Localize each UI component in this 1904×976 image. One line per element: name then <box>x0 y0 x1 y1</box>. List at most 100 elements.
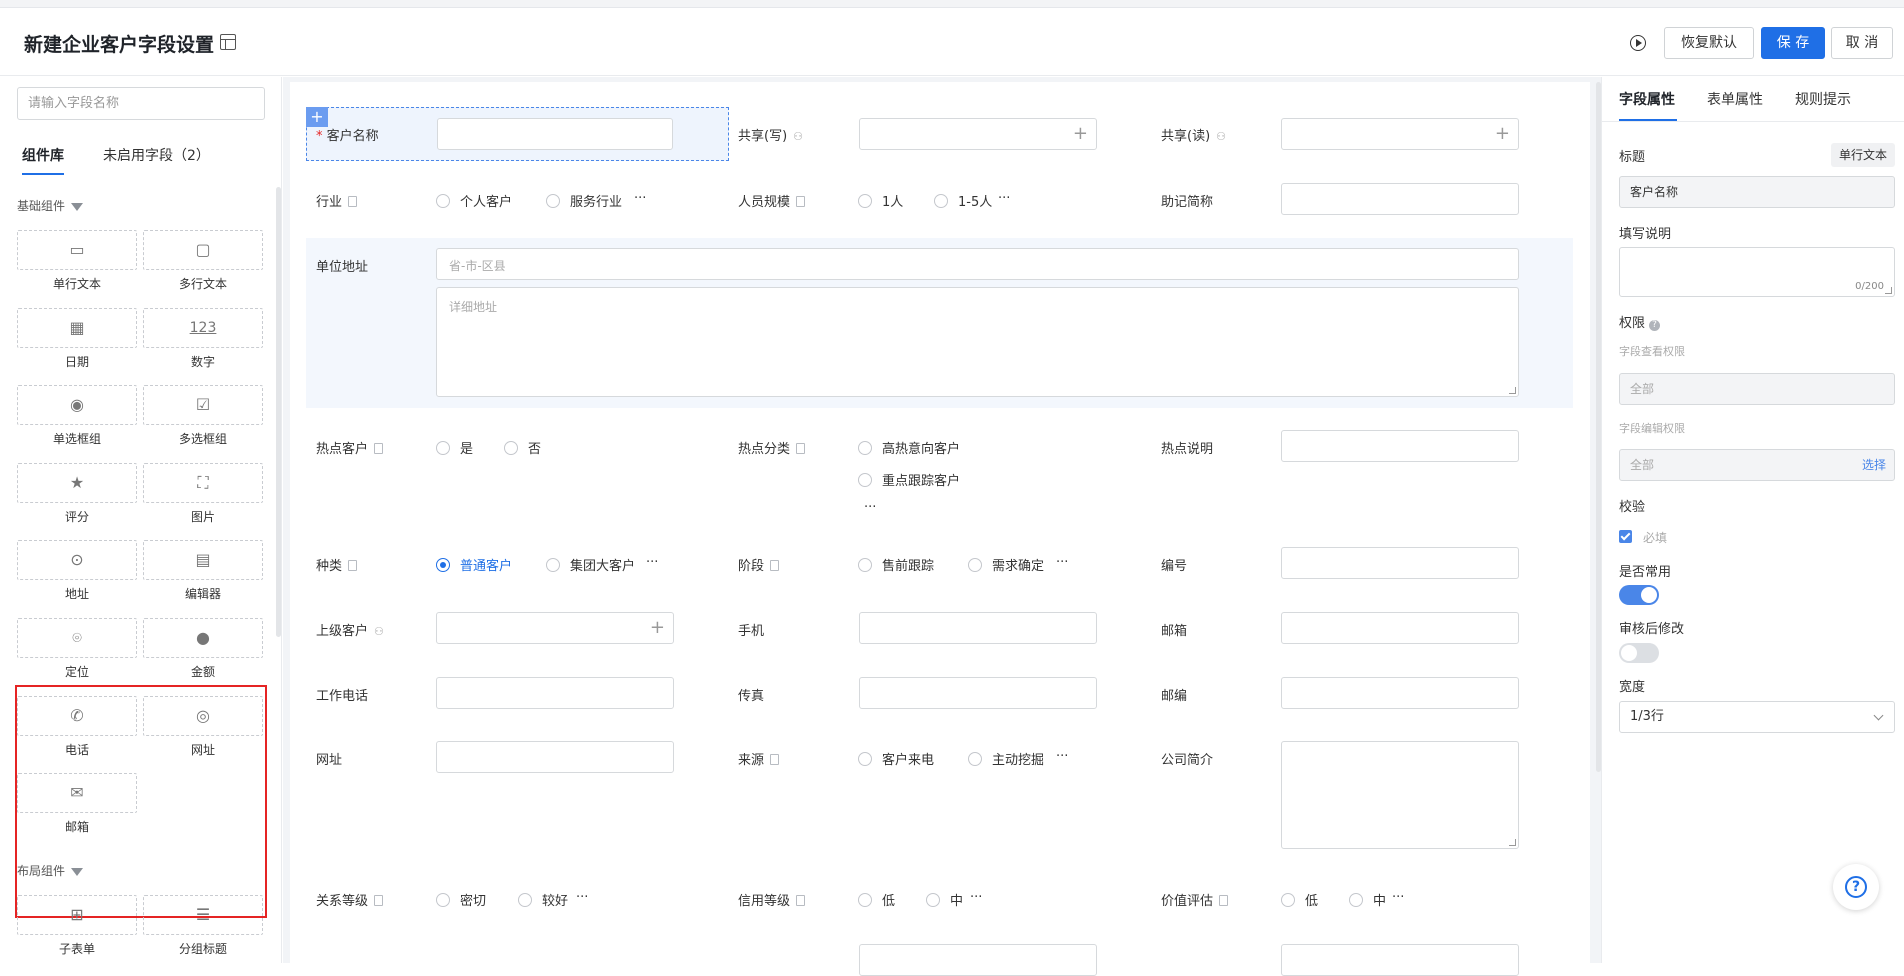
component-amount[interactable]: ● <box>143 618 263 658</box>
tab-component-library[interactable]: 组件库 <box>22 145 64 165</box>
next-row-input[interactable] <box>1281 944 1519 976</box>
radio-stage-requirement[interactable]: 需求确定 <box>968 555 1044 574</box>
title-input[interactable]: 客户名称 <box>1619 176 1895 208</box>
more-options[interactable]: ··· <box>576 890 588 905</box>
resize-grip-icon[interactable] <box>1885 287 1892 294</box>
next-row-input[interactable] <box>859 944 1097 976</box>
serial-input[interactable] <box>1281 547 1519 579</box>
component-label: 日期 <box>64 355 89 369</box>
radio-value-low[interactable]: 低 <box>1281 890 1318 909</box>
mnemonic-input[interactable] <box>1281 183 1519 215</box>
edit-permission-input[interactable]: 全部 选择 <box>1619 449 1895 481</box>
component-image[interactable]: ⛶ <box>143 463 263 503</box>
more-options[interactable]: ··· <box>1392 890 1404 905</box>
add-icon[interactable]: + <box>306 107 328 127</box>
more-options[interactable]: ··· <box>998 191 1010 206</box>
component-date[interactable]: ▦ <box>17 308 137 348</box>
save-button[interactable]: 保 存 <box>1761 27 1825 59</box>
component-checkbox-group[interactable]: ☑ <box>143 385 263 425</box>
component-number[interactable]: 123 <box>143 308 263 348</box>
parent-customer-input[interactable]: + <box>436 612 674 644</box>
width-select[interactable]: 1/3行 <box>1619 701 1895 733</box>
radio-kind-normal[interactable]: 普通客户 <box>436 555 512 574</box>
radio-credit-low[interactable]: 低 <box>858 890 895 909</box>
more-options[interactable]: ··· <box>646 555 658 570</box>
tab-disabled-fields[interactable]: 未启用字段（2） <box>103 145 210 165</box>
permission-text: 权限 <box>1619 316 1646 331</box>
radio-relation-close[interactable]: 密切 <box>436 890 486 909</box>
component-email[interactable]: ✉ <box>17 773 137 813</box>
section-layout[interactable]: 布局组件 <box>17 862 84 879</box>
email-input[interactable] <box>1281 612 1519 644</box>
more-options[interactable]: ··· <box>864 500 876 515</box>
hot-desc-input[interactable] <box>1281 430 1519 462</box>
preview-play-icon[interactable] <box>1630 35 1646 51</box>
component-label: 子表单 <box>58 942 95 956</box>
radio-relation-good[interactable]: 较好 <box>518 890 568 909</box>
postcode-input[interactable] <box>1281 677 1519 709</box>
help-question-icon[interactable]: ? <box>1649 320 1661 331</box>
layout-icon[interactable] <box>220 34 236 50</box>
tab-field-properties[interactable]: 字段属性 <box>1619 89 1675 109</box>
view-permission-input[interactable]: 全部 <box>1619 373 1895 405</box>
intro-textarea[interactable] <box>1281 741 1519 849</box>
fax-input[interactable] <box>859 677 1097 709</box>
radio-value-mid[interactable]: 中 <box>1349 890 1386 909</box>
radio-industry-service[interactable]: 服务行业 <box>546 191 622 210</box>
tab-rule-hints[interactable]: 规则提示 <box>1795 89 1851 109</box>
plus-icon[interactable]: + <box>650 618 665 638</box>
radio-industry-personal[interactable]: 个人客户 <box>436 191 512 210</box>
help-button[interactable]: ? <box>1833 864 1879 910</box>
cancel-button[interactable]: 取 消 <box>1831 27 1893 59</box>
radio-hot-cat-high[interactable]: 高热意向客户 <box>858 438 960 457</box>
radio-staff-1[interactable]: 1人 <box>858 191 903 210</box>
more-options[interactable]: ··· <box>1056 555 1068 570</box>
resize-grip-icon[interactable] <box>1509 387 1516 394</box>
component-location[interactable]: ⌾ <box>17 618 137 658</box>
component-website[interactable]: ◎ <box>143 696 263 736</box>
mobile-input[interactable] <box>859 612 1097 644</box>
radio-hot-yes[interactable]: 是 <box>436 438 473 457</box>
component-radio-group[interactable]: ◉ <box>17 385 137 425</box>
common-toggle[interactable] <box>1619 585 1659 605</box>
resize-grip-icon[interactable] <box>1509 839 1516 846</box>
radio-hot-cat-key[interactable]: 重点跟踪客户 <box>858 470 960 489</box>
component-group-title[interactable]: ☰ <box>143 895 263 935</box>
plus-icon[interactable]: + <box>1073 124 1088 144</box>
radio-kind-group[interactable]: 集团大客户 <box>546 555 635 574</box>
more-options[interactable]: ··· <box>970 890 982 905</box>
component-phone[interactable]: ✆ <box>17 696 137 736</box>
customer-name-input[interactable] <box>437 118 673 150</box>
radio-credit-mid[interactable]: 中 <box>926 890 963 909</box>
field-search-input[interactable]: 请输入字段名称 <box>17 87 265 120</box>
radio-staff-1-5[interactable]: 1-5人 <box>934 191 992 210</box>
restore-default-button[interactable]: 恢复默认 <box>1664 27 1754 59</box>
select-link[interactable]: 选择 <box>1862 450 1886 480</box>
component-address[interactable]: ⊙ <box>17 540 137 580</box>
more-options[interactable]: ··· <box>1056 749 1068 764</box>
view-permission-label: 字段查看权限 <box>1619 345 1685 358</box>
left-scrollbar[interactable] <box>276 187 281 637</box>
work-phone-input[interactable] <box>436 677 674 709</box>
component-editor[interactable]: ▤ <box>143 540 263 580</box>
radio-hot-no[interactable]: 否 <box>504 438 541 457</box>
desc-textarea[interactable]: 0/200 <box>1619 247 1895 297</box>
more-options[interactable]: ··· <box>634 191 646 206</box>
radio-source-call[interactable]: 客户来电 <box>858 749 934 768</box>
required-checkbox[interactable] <box>1619 530 1632 543</box>
component-rating[interactable]: ★ <box>17 463 137 503</box>
share-write-input[interactable]: + <box>859 118 1097 150</box>
section-basic[interactable]: 基础组件 <box>17 197 84 214</box>
plus-icon[interactable]: + <box>1495 124 1510 144</box>
audit-toggle[interactable] <box>1619 643 1659 663</box>
address-detail-textarea[interactable]: 详细地址 <box>436 287 1519 397</box>
share-read-input[interactable]: + <box>1281 118 1519 150</box>
tab-form-properties[interactable]: 表单属性 <box>1707 89 1763 109</box>
component-sub-form[interactable]: ⊞ <box>17 895 137 935</box>
website-input[interactable] <box>436 741 674 773</box>
radio-source-mining[interactable]: 主动挖掘 <box>968 749 1044 768</box>
component-single-line-text[interactable]: ▭ <box>17 230 137 270</box>
component-multi-line-text[interactable]: ▢ <box>143 230 263 270</box>
address-region-input[interactable]: 省-市-区县 <box>436 248 1519 280</box>
radio-stage-presales[interactable]: 售前跟踪 <box>858 555 934 574</box>
